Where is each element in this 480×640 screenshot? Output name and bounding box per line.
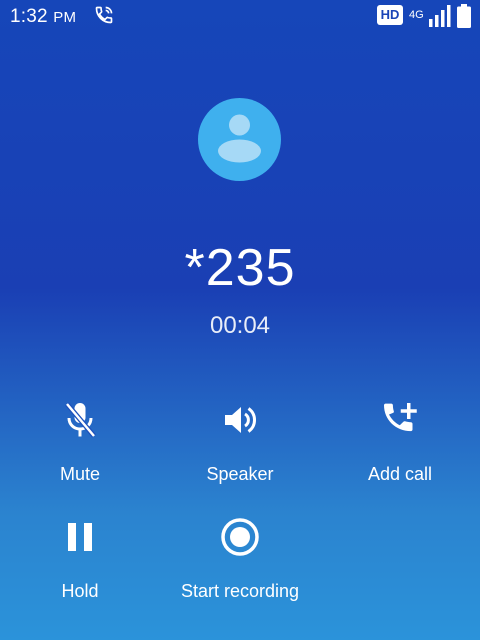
person-avatar-icon: [218, 114, 261, 163]
record-icon: [221, 518, 259, 556]
hd-badge: HD: [377, 5, 403, 25]
hold-button[interactable]: Hold: [0, 517, 160, 617]
speaker-button[interactable]: Speaker: [160, 400, 320, 500]
add-call-icon: [384, 403, 417, 432]
battery-icon: [457, 4, 471, 28]
call-timer: 00:04: [209, 312, 271, 339]
caller-avatar: [198, 98, 281, 181]
signal-bars-icon: [429, 5, 451, 27]
caller-number: *235: [184, 239, 296, 297]
add-call-label: Add call: [367, 464, 433, 484]
speaker-label: Speaker: [206, 464, 274, 484]
pause-icon: [68, 523, 92, 551]
status-time: 1:32 PM: [10, 6, 76, 28]
phone-call-icon: [95, 6, 113, 24]
start-recording-label: Start recording: [180, 581, 300, 601]
start-recording-button[interactable]: Start recording: [160, 517, 320, 617]
network-type: 4G: [409, 9, 424, 21]
mic-off-icon: [65, 402, 96, 438]
status-time-ampm: PM: [53, 9, 77, 26]
hold-label: Hold: [61, 581, 99, 601]
status-bar: 1:32 PM HD 4G: [0, 0, 480, 34]
speaker-icon: [225, 407, 256, 433]
mute-label: Mute: [59, 464, 101, 484]
status-time-value: 1:32: [10, 6, 48, 27]
mute-button[interactable]: Mute: [0, 400, 160, 500]
add-call-button[interactable]: Add call: [320, 400, 480, 500]
